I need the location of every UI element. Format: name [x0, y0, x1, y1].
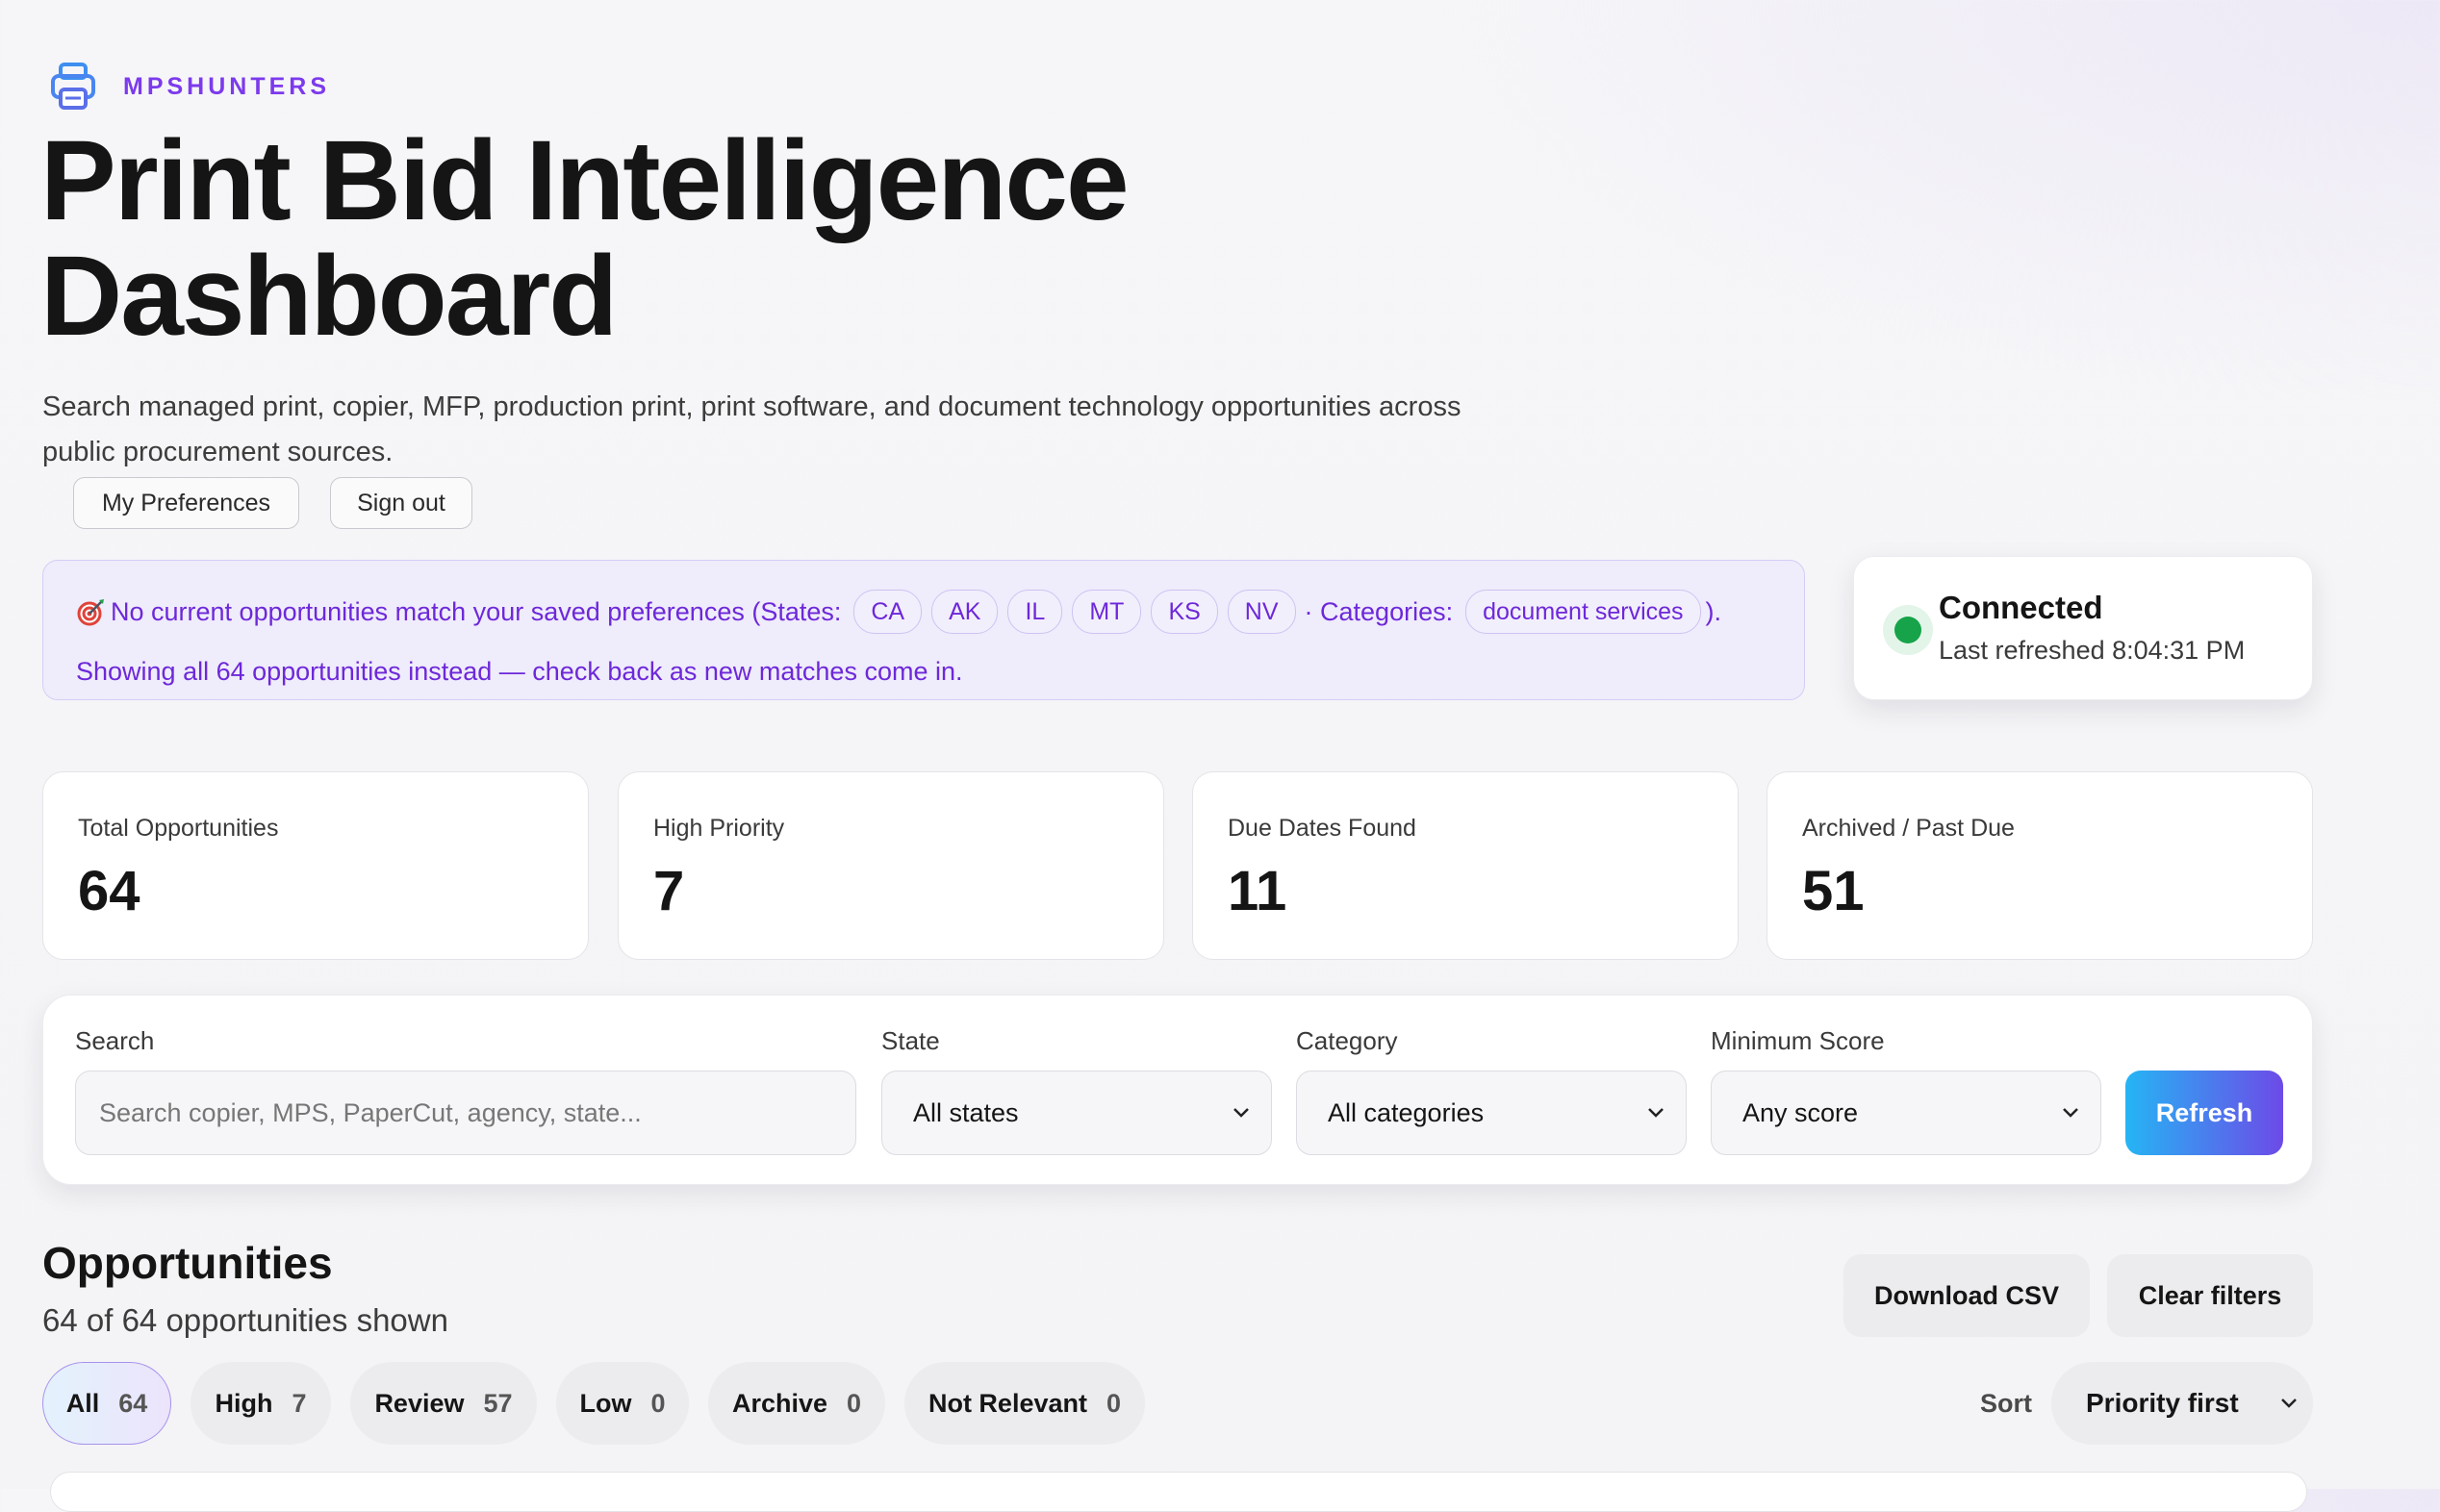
opportunities-title: Opportunities	[42, 1238, 333, 1288]
notice-categories-label: · Categories:	[1304, 596, 1454, 626]
min-score-label: Minimum Score	[1711, 1026, 1885, 1055]
stat-card-total: Total Opportunities 64	[42, 771, 589, 960]
stat-value: 11	[1228, 860, 1287, 922]
sort-label: Sort	[1980, 1389, 2032, 1418]
stat-value: 51	[1802, 860, 1865, 922]
status-dot-icon	[1894, 617, 1921, 643]
stat-card-archived: Archived / Past Due 51	[1766, 771, 2313, 960]
tab-count: 64	[118, 1388, 148, 1418]
min-score-select-value: Any score	[1742, 1097, 1859, 1127]
stat-card-due-dates: Due Dates Found 11	[1192, 771, 1739, 960]
category-label: Category	[1296, 1026, 1398, 1055]
tab-count: 7	[292, 1388, 307, 1418]
stat-value: 7	[653, 860, 685, 922]
search-placeholder: Search copier, MPS, PaperCut, agency, st…	[99, 1097, 642, 1127]
notice-line2: Showing all 64 opportunities instead — c…	[76, 657, 963, 686]
state-select-value: All states	[913, 1097, 1019, 1127]
tab-count: 0	[1106, 1388, 1122, 1418]
stat-label: High Priority	[653, 815, 785, 842]
tab-label: Archive	[731, 1388, 828, 1418]
min-score-select[interactable]: Any score	[1711, 1071, 2101, 1155]
refresh-button[interactable]: Refresh	[2125, 1071, 2283, 1155]
status-indicator	[1883, 605, 1933, 655]
search-label: Search	[75, 1026, 155, 1055]
tab-count: 0	[847, 1388, 862, 1418]
tab-not-relevant[interactable]: Not Relevant 0	[904, 1362, 1145, 1445]
state-select[interactable]: All states	[881, 1071, 1272, 1155]
category-select-value: All categories	[1328, 1097, 1485, 1127]
chevron-down-icon	[2281, 1399, 2297, 1408]
tab-all[interactable]: All 64	[42, 1362, 171, 1445]
tab-review[interactable]: Review 57	[350, 1362, 537, 1445]
notice-line1: No current opportunities match your save…	[76, 590, 1721, 634]
state-chip: IL	[1007, 590, 1063, 634]
download-csv-button[interactable]: Download CSV	[1843, 1254, 2090, 1337]
brand: MPSHUNTERS	[50, 62, 330, 112]
chevron-down-icon	[1648, 1108, 1664, 1118]
stat-label: Archived / Past Due	[1802, 815, 2015, 842]
tab-label: Low	[579, 1388, 632, 1418]
search-input[interactable]: Search copier, MPS, PaperCut, agency, st…	[75, 1071, 856, 1155]
last-refreshed: Last refreshed 8:04:31 PM	[1939, 636, 2246, 665]
stat-label: Due Dates Found	[1228, 815, 1416, 842]
printer-icon	[51, 63, 95, 110]
stat-label: Total Opportunities	[78, 815, 279, 842]
stat-card-high-priority: High Priority 7	[618, 771, 1164, 960]
chevron-down-icon	[1233, 1108, 1249, 1118]
page-title-line2: Dashboard	[40, 233, 618, 360]
category-chip: document services	[1465, 590, 1701, 634]
target-icon	[77, 599, 104, 626]
notice-lead-text: No current opportunities match your save…	[111, 596, 842, 626]
tab-label: All	[65, 1388, 100, 1418]
tab-label: High	[215, 1388, 273, 1418]
sort-select[interactable]: Priority first	[2051, 1362, 2313, 1445]
chevron-down-icon	[2063, 1108, 2078, 1118]
my-preferences-button[interactable]: My Preferences	[73, 477, 299, 529]
filters-panel: Search Search copier, MPS, PaperCut, age…	[42, 995, 2313, 1185]
page-title: Print Bid Intelligence Dashboard	[40, 123, 1484, 354]
tab-archive[interactable]: Archive 0	[708, 1362, 885, 1445]
connection-status: Connected	[1939, 590, 2103, 625]
page-subtitle: Search managed print, copier, MFP, produ…	[42, 391, 1461, 467]
category-select[interactable]: All categories	[1296, 1071, 1687, 1155]
state-chip: KS	[1151, 590, 1218, 634]
tab-count: 57	[483, 1388, 513, 1418]
notice-close-text: ).	[1705, 596, 1722, 626]
sort-select-value: Priority first	[2086, 1388, 2239, 1418]
opportunities-list	[50, 1472, 2307, 1512]
tab-label: Not Relevant	[928, 1388, 1087, 1418]
tab-high[interactable]: High 7	[191, 1362, 331, 1445]
connection-status-card: Connected Last refreshed 8:04:31 PM	[1853, 556, 2313, 700]
state-chip: MT	[1072, 590, 1142, 634]
opportunities-count: 64 of 64 opportunities shown	[42, 1302, 448, 1338]
clear-filters-button[interactable]: Clear filters	[2107, 1254, 2313, 1337]
sign-out-button[interactable]: Sign out	[330, 477, 472, 529]
state-chip: AK	[931, 590, 999, 634]
preferences-notice: No current opportunities match your save…	[42, 560, 1805, 700]
page-title-line1: Print Bid Intelligence	[40, 117, 1130, 244]
state-chip: NV	[1227, 590, 1296, 634]
brand-name: MPSHUNTERS	[123, 72, 331, 100]
state-chip: CA	[853, 590, 923, 634]
state-label: State	[881, 1026, 940, 1055]
tab-count: 0	[650, 1388, 666, 1418]
tab-low[interactable]: Low 0	[556, 1362, 689, 1445]
stat-value: 64	[78, 860, 140, 922]
tab-label: Review	[374, 1388, 465, 1418]
